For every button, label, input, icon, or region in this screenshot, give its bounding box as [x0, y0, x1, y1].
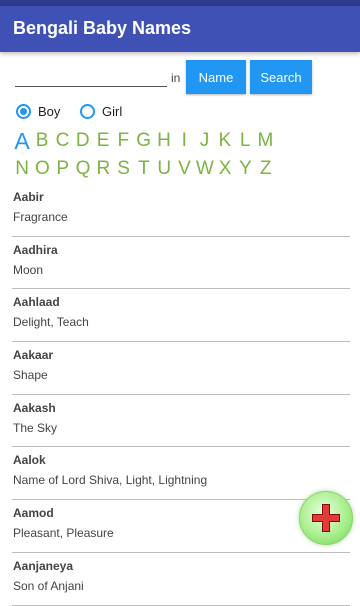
name-meaning: Shape [13, 368, 48, 383]
list-item[interactable]: Aahlaad Delight, Teach [12, 289, 350, 343]
alphabet-row-2: NOPQRSTUVWXYZ [12, 158, 276, 180]
letter-g[interactable]: G [133, 130, 153, 152]
letter-z[interactable]: Z [256, 158, 276, 180]
name-title: Aanjaneya [13, 558, 74, 573]
name-title: Aakash [13, 400, 56, 415]
name-meaning: Son of Anjani [13, 578, 84, 593]
name-meaning: Delight, Teach [13, 315, 89, 330]
girl-label: Girl [102, 103, 123, 119]
add-button[interactable] [299, 491, 353, 545]
radio-unselected-icon [80, 103, 95, 119]
name-title: Aakaar [13, 348, 54, 363]
search-button[interactable]: Search [250, 60, 312, 94]
letter-d[interactable]: D [73, 130, 93, 152]
name-meaning: Name of Lord Shiva, Light, Lightning [13, 473, 208, 488]
boy-radio[interactable]: Boy [16, 101, 60, 121]
letter-o[interactable]: O [32, 158, 52, 180]
letter-w[interactable]: W [195, 158, 215, 180]
name-title: Aamod [13, 506, 54, 521]
letter-e[interactable]: E [93, 130, 113, 152]
letter-n[interactable]: N [12, 158, 32, 180]
list-item[interactable]: Aakash The Sky [12, 395, 350, 448]
letter-a[interactable]: A [12, 130, 32, 153]
letter-u[interactable]: U [154, 158, 174, 180]
letter-q[interactable]: Q [73, 158, 93, 180]
letter-x[interactable]: X [215, 158, 235, 180]
list-item[interactable]: Aakaar Shape [12, 342, 350, 395]
letter-h[interactable]: H [154, 130, 174, 152]
list-item[interactable]: Aabir Fragrance [12, 184, 350, 237]
letter-j[interactable]: J [194, 130, 214, 152]
radio-selected-icon [16, 103, 31, 119]
app-title: Bengali Baby Names [13, 18, 192, 38]
list-item[interactable]: Aamod Pleasant, Pleasure [12, 500, 350, 553]
letter-t[interactable]: T [134, 158, 154, 180]
alphabet-row-1: ABCDEFGHIJKLM [12, 130, 276, 153]
name-list: Aabir Fragrance Aadhira Moon Aahlaad Delight,… [12, 184, 350, 606]
list-item[interactable]: Aanjaneya Son of Anjani [12, 553, 350, 606]
name-title: Aadhira [13, 242, 58, 257]
letter-i[interactable]: I [174, 130, 194, 152]
letter-c[interactable]: C [52, 130, 72, 152]
name-meaning: Fragrance [13, 210, 68, 224]
letter-v[interactable]: V [174, 158, 194, 180]
name-meaning: Pleasant, Pleasure [13, 526, 114, 541]
letter-l[interactable]: L [235, 130, 255, 152]
letter-r[interactable]: R [93, 158, 113, 180]
name-meaning: Moon [13, 262, 44, 277]
letter-b[interactable]: B [32, 130, 52, 152]
plus-icon [312, 504, 340, 532]
letter-k[interactable]: K [215, 130, 235, 152]
name-title: Aahlaad [13, 295, 60, 310]
search-input[interactable] [15, 62, 167, 87]
letter-m[interactable]: M [255, 130, 275, 152]
boy-label: Boy [38, 103, 61, 119]
app-bar: Bengali Baby Names [0, 6, 360, 52]
name-title: Aalok [13, 453, 46, 468]
letter-y[interactable]: Y [235, 158, 255, 180]
list-item[interactable]: Aadhira Moon [12, 237, 350, 290]
name-meaning: The Sky [13, 420, 58, 435]
letter-f[interactable]: F [113, 130, 133, 152]
name-button[interactable]: Name [186, 60, 246, 94]
girl-radio[interactable]: Girl [80, 101, 122, 121]
name-title: Aabir [13, 190, 44, 204]
letter-p[interactable]: P [53, 158, 73, 180]
letter-s[interactable]: S [113, 158, 133, 180]
in-label: in [171, 71, 181, 85]
list-item[interactable]: Aalok Name of Lord Shiva, Light, Lightnin… [12, 447, 350, 501]
